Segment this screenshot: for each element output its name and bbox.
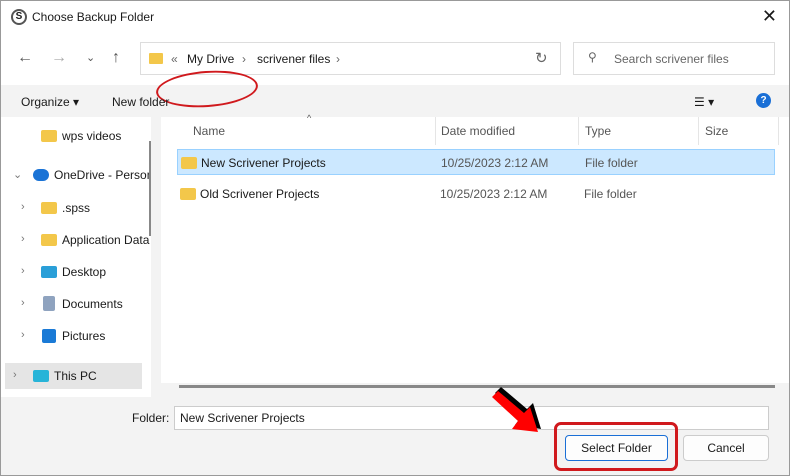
choose-backup-folder-dialog: S Choose Backup Folder ✕ ← → ⌄ ↑ « My Dr… <box>0 0 790 476</box>
folder-icon <box>180 188 196 200</box>
file-date: 10/25/2023 2:12 AM <box>440 187 548 201</box>
documents-icon <box>43 296 55 311</box>
sidebar-item-label: This PC <box>54 369 97 383</box>
up-button[interactable]: ↑ <box>112 49 120 67</box>
column-header-name[interactable]: Name <box>193 124 225 138</box>
breadcrumb-scrivener-files[interactable]: scrivener files <box>257 52 330 66</box>
file-row[interactable]: Old Scrivener Projects 10/25/2023 2:12 A… <box>177 181 775 207</box>
title-bar: S Choose Backup Folder ✕ <box>1 1 789 33</box>
sidebar-item-label: OneDrive - Personal <box>54 168 151 182</box>
sidebar-item-label: Pictures <box>62 329 106 343</box>
chevron-right-icon[interactable]: › <box>21 233 25 245</box>
horizontal-scrollbar[interactable] <box>179 385 775 388</box>
breadcrumb-separator[interactable]: › <box>242 52 246 66</box>
sidebar-item-label: wps videos <box>62 129 122 143</box>
chevron-down-icon[interactable]: ⌄ <box>13 168 22 181</box>
sidebar-item-wps-videos[interactable]: wps videos <box>5 123 142 149</box>
search-icon: ⚲ <box>588 50 597 64</box>
sidebar-scrollbar[interactable] <box>149 141 151 236</box>
toolbar: Organize ▾ New folder ☰ ▾ ? <box>1 85 789 117</box>
file-type: File folder <box>585 156 638 170</box>
file-row[interactable]: New Scrivener Projects 10/25/2023 2:12 A… <box>177 149 775 175</box>
overflow-chevron-icon[interactable]: « <box>171 52 178 66</box>
search-box[interactable]: ⚲ Search scrivener files <box>573 42 775 75</box>
column-header-date-modified[interactable]: Date modified <box>441 124 515 138</box>
file-date: 10/25/2023 2:12 AM <box>441 156 549 170</box>
file-name: Old Scrivener Projects <box>200 187 320 201</box>
new-folder-button[interactable]: New folder <box>112 95 169 109</box>
chevron-right-icon[interactable]: › <box>21 329 25 341</box>
scrivener-app-icon: S <box>11 9 27 25</box>
sidebar-item-label: Documents <box>62 297 123 311</box>
sidebar-item-application-data[interactable]: › Application Data <box>5 227 149 253</box>
pictures-icon <box>42 329 56 343</box>
chevron-right-icon[interactable]: › <box>21 297 25 309</box>
address-bar[interactable]: « My Drive › scrivener files › ↻ <box>140 42 561 75</box>
annotation-arrow-icon <box>492 387 541 432</box>
sidebar-item-label: .spss <box>62 201 91 215</box>
navigation-bar: ← → ⌄ ↑ « My Drive › scrivener files › ↻… <box>1 33 789 111</box>
dialog-title: Choose Backup Folder <box>32 10 155 24</box>
chevron-right-icon[interactable]: › <box>21 265 25 277</box>
forward-button[interactable]: → <box>51 49 67 67</box>
annotation-highlight-box <box>554 422 678 471</box>
close-button[interactable]: ✕ <box>762 6 777 27</box>
help-icon[interactable]: ? <box>756 93 771 108</box>
sidebar-item-desktop[interactable]: › Desktop <box>5 259 142 285</box>
breadcrumb-my-drive[interactable]: My Drive <box>187 52 234 66</box>
cancel-button[interactable]: Cancel <box>683 435 769 461</box>
folder-icon <box>41 234 57 246</box>
sidebar-item-documents[interactable]: › Documents <box>5 291 142 317</box>
computer-icon <box>33 370 49 382</box>
cloud-icon <box>33 169 49 181</box>
breadcrumb-separator[interactable]: › <box>336 52 340 66</box>
desktop-icon <box>41 266 57 278</box>
sidebar-item-label: Desktop <box>62 265 107 279</box>
view-options-button[interactable]: ☰ ▾ <box>694 95 714 109</box>
sidebar-item-this-pc[interactable]: › This PC <box>5 363 142 389</box>
file-type: File folder <box>584 187 637 201</box>
sidebar-item-spss[interactable]: › .spss <box>5 195 142 221</box>
file-list: Name ^ Date modified Type Size New Scriv… <box>161 113 789 383</box>
folder-input[interactable]: New Scrivener Projects <box>174 406 769 430</box>
chevron-right-icon[interactable]: › <box>13 369 17 381</box>
chevron-right-icon[interactable]: › <box>21 201 25 213</box>
sidebar-item-label: Application Data <box>62 233 150 247</box>
folder-icon <box>181 157 197 169</box>
file-name: New Scrivener Projects <box>201 156 326 170</box>
folder-icon <box>41 130 57 142</box>
back-button[interactable]: ← <box>17 49 33 67</box>
navigation-pane: wps videos ⌄ OneDrive - Personal › .spss ›… <box>1 117 151 397</box>
folder-icon <box>41 202 57 214</box>
folder-label: Folder: <box>132 411 170 425</box>
column-header-size[interactable]: Size <box>705 124 728 138</box>
refresh-icon[interactable]: ↻ <box>535 49 548 67</box>
sidebar-item-pictures[interactable]: › Pictures <box>5 323 142 349</box>
organize-menu[interactable]: Organize ▾ <box>21 95 79 109</box>
column-header-type[interactable]: Type <box>585 124 611 138</box>
sort-ascending-icon: ^ <box>307 113 312 123</box>
search-placeholder: Search scrivener files <box>614 52 729 66</box>
recent-locations-button[interactable]: ⌄ <box>86 51 95 64</box>
sidebar-item-onedrive[interactable]: ⌄ OneDrive - Personal <box>5 162 151 188</box>
folder-icon <box>149 53 163 64</box>
